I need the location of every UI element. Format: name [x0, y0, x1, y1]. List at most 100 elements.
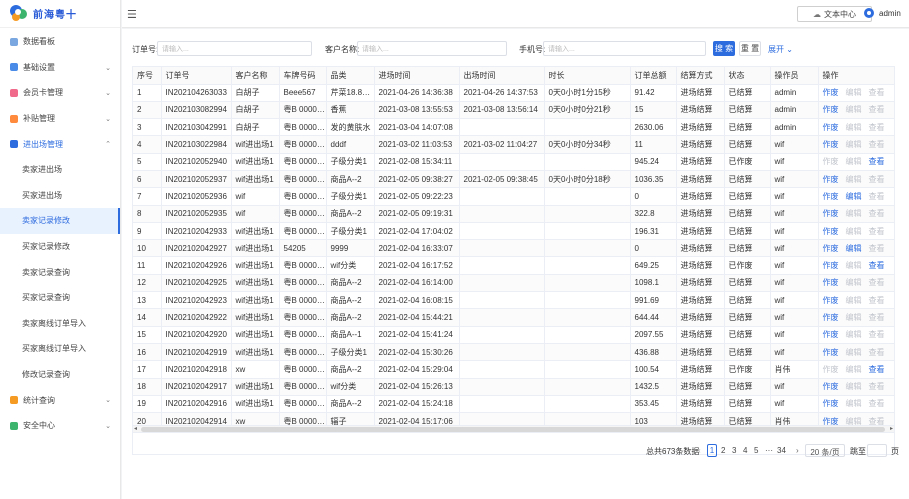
- search-button[interactable]: 搜 索: [713, 41, 735, 56]
- sidebar-item-top2[interactable]: 会员卡管理 ⌄: [0, 80, 120, 106]
- scroll-left-arrow-icon[interactable]: ◂: [134, 425, 137, 432]
- table-cell: 2021-03-08 13:56:14: [459, 101, 545, 120]
- page-button[interactable]: 4: [743, 446, 747, 455]
- page-button[interactable]: 1: [707, 444, 717, 457]
- text-center-button[interactable]: ☁ 文本中心: [797, 6, 872, 22]
- avatar[interactable]: [864, 8, 874, 18]
- sidebar-item-label: 会员卡管理: [23, 88, 63, 98]
- sidebar-subitem[interactable]: 买家进出场: [0, 183, 120, 209]
- page-button[interactable]: 3: [732, 446, 736, 455]
- collapse-menu-icon[interactable]: ☰: [127, 8, 137, 21]
- void-button[interactable]: 作废: [823, 192, 839, 201]
- sidebar-subitem[interactable]: 修改记录查询: [0, 362, 120, 388]
- table-cell: 进场结算: [676, 153, 725, 171]
- void-button[interactable]: 作废: [823, 140, 839, 149]
- view-button: 查看: [868, 140, 885, 150]
- page-size-select[interactable]: 20 条/页 ⌄: [805, 444, 845, 457]
- page-button[interactable]: 5: [754, 446, 758, 455]
- page-button[interactable]: ···: [765, 446, 773, 455]
- horizontal-scrollbar[interactable]: ◂ ▸: [132, 425, 895, 433]
- view-button[interactable]: 查看: [869, 365, 885, 374]
- prev-page-button[interactable]: ‹: [698, 446, 701, 455]
- sidebar-item-top3[interactable]: 补贴管理 ⌄: [0, 106, 120, 132]
- table-cell: 1432.5: [630, 378, 677, 396]
- table-cell: 2021-02-04 15:29:04: [374, 360, 460, 379]
- next-page-button[interactable]: ›: [796, 446, 799, 455]
- scroll-thumb[interactable]: [141, 427, 885, 432]
- void-button[interactable]: 作废: [823, 399, 839, 408]
- sidebar-subitem[interactable]: 卖家离线订单导入: [0, 311, 120, 337]
- table-cell: IN202102042933: [161, 222, 232, 241]
- table-cell: wif进出场1: [231, 135, 280, 154]
- table-cell: 粤B 000001: [279, 378, 327, 396]
- menu-icon: [10, 140, 18, 149]
- table-cell: [544, 187, 631, 206]
- table-cell: 2021-03-08 13:55:53: [374, 101, 460, 120]
- void-button[interactable]: 作废: [823, 227, 839, 236]
- void-button[interactable]: 作废: [823, 88, 839, 97]
- sidebar-item-bottom1[interactable]: 安全中心 ⌄: [0, 413, 120, 439]
- table-cell: IN202102042927: [161, 239, 232, 258]
- table-cell: 14: [133, 308, 162, 327]
- table-cell: 已作废: [724, 360, 771, 379]
- scroll-right-arrow-icon[interactable]: ▸: [890, 425, 893, 432]
- void-button[interactable]: 作废: [823, 296, 839, 305]
- page-button[interactable]: 34: [777, 446, 786, 455]
- table-cell: IN202102042922: [161, 308, 232, 327]
- sidebar-subitem[interactable]: 买家记录修改: [0, 234, 120, 260]
- table-cell: [544, 308, 631, 327]
- void-button[interactable]: 作废: [823, 209, 839, 218]
- sidebar-item-label: 数据看板: [23, 37, 55, 47]
- sidebar-subitem[interactable]: 卖家进出场: [0, 157, 120, 183]
- table-cell: [459, 395, 545, 414]
- sidebar-item-top4[interactable]: 进出场管理 ⌃: [0, 131, 120, 157]
- table-cell: wif: [770, 205, 819, 223]
- table-cell: 2021-02-04 15:44:21: [374, 308, 460, 327]
- column-header: 操作员: [770, 67, 819, 85]
- sidebar-item-top1[interactable]: 基础设置 ⌄: [0, 55, 120, 81]
- edit-button[interactable]: 编辑: [846, 244, 862, 253]
- sidebar-subitem[interactable]: 卖家记录修改: [0, 208, 120, 234]
- table-cell: 10: [133, 239, 162, 258]
- void-button[interactable]: 作废: [823, 330, 839, 339]
- sidebar-item-bottom0[interactable]: 统计查询 ⌄: [0, 387, 120, 413]
- menu-icon: [10, 63, 18, 72]
- table-cell: [459, 118, 545, 137]
- customer-name-input[interactable]: 请输入...: [357, 41, 507, 56]
- goto-page-input[interactable]: [867, 444, 887, 457]
- sidebar-item-top0[interactable]: 数据看板: [0, 29, 120, 55]
- view-button: 查看: [868, 209, 885, 219]
- order-no-input[interactable]: 请输入...: [157, 41, 312, 56]
- void-button[interactable]: 作废: [823, 105, 839, 114]
- row-actions: 作废 编辑 查看: [818, 256, 894, 275]
- expand-button[interactable]: 展开 ⌄: [768, 44, 793, 55]
- sidebar-subitem[interactable]: 买家记录查询: [0, 285, 120, 311]
- brand-logo[interactable]: 前海粤十: [0, 0, 120, 28]
- table-row: 2 IN202103082994 白胡子 粤B 000001 香蕉 2021-03-08 …: [133, 101, 894, 120]
- sidebar-subitem[interactable]: 卖家记录查询: [0, 259, 120, 285]
- table-cell: 发的黄肤水: [326, 118, 375, 137]
- void-button[interactable]: 作废: [823, 261, 839, 270]
- void-button[interactable]: 作废: [823, 313, 839, 322]
- view-button[interactable]: 查看: [869, 157, 885, 166]
- row-actions: 作废 编辑 查看: [818, 395, 894, 414]
- table-cell: IN202102052935: [161, 205, 232, 223]
- edit-button[interactable]: 编辑: [846, 192, 862, 201]
- reset-button[interactable]: 重 置: [739, 41, 761, 56]
- table-cell: admin: [770, 101, 819, 120]
- view-button[interactable]: 查看: [869, 261, 885, 270]
- void-button[interactable]: 作废: [823, 278, 839, 287]
- table-cell: wif分类: [326, 256, 375, 275]
- page-button[interactable]: 2: [721, 446, 725, 455]
- phone-input[interactable]: 请输入...: [543, 41, 706, 56]
- user-name[interactable]: admin: [879, 9, 901, 18]
- view-button: 查看: [868, 243, 885, 253]
- void-button[interactable]: 作废: [823, 244, 839, 253]
- void-button[interactable]: 作废: [823, 175, 839, 184]
- void-button[interactable]: 作废: [823, 123, 839, 132]
- void-button[interactable]: 作废: [823, 348, 839, 357]
- table-cell: 白胡子: [231, 101, 280, 120]
- sidebar-subitem[interactable]: 买家离线订单导入: [0, 336, 120, 362]
- table-cell: 2021-02-05 09:19:31: [374, 205, 460, 223]
- void-button[interactable]: 作废: [823, 382, 839, 391]
